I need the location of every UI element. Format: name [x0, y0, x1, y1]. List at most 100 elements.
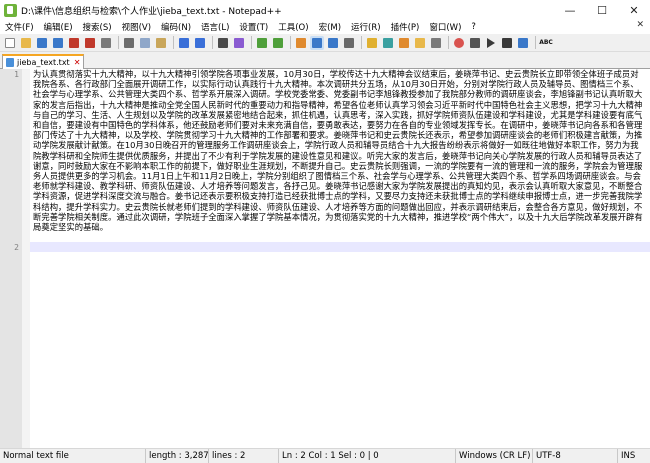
menu-view[interactable]: 视图(V)	[117, 21, 156, 33]
editor-pane[interactable]: 1 2 为认真贯彻落实十九大精神，以十九大精神引领学院各项事业发展，10月30日…	[0, 69, 650, 448]
save-icon	[37, 37, 47, 48]
close-all-button[interactable]	[83, 36, 97, 50]
sync-scroll-icon	[296, 37, 306, 48]
menu-plugins[interactable]: 插件(P)	[386, 21, 425, 33]
maximize-button[interactable]: ☐	[586, 0, 618, 20]
find-button[interactable]	[216, 36, 230, 50]
toolbar-separator	[535, 36, 536, 49]
toolbar-separator	[290, 36, 291, 49]
word-wrap-button[interactable]	[310, 35, 324, 50]
save-all-icon	[53, 37, 63, 48]
pilcrow-icon	[328, 37, 338, 48]
current-line-highlight	[30, 242, 650, 253]
menu-encoding[interactable]: 编码(N)	[156, 21, 196, 33]
document-map-icon	[383, 37, 393, 48]
folder-workspace-button[interactable]	[413, 36, 427, 50]
print-icon	[101, 37, 111, 48]
show-all-chars-button[interactable]	[326, 36, 340, 50]
close-button[interactable]	[67, 36, 81, 50]
binoculars-icon	[218, 37, 228, 48]
play-macro-button[interactable]	[484, 36, 498, 50]
play-multiple-button[interactable]	[500, 36, 514, 50]
menu-file[interactable]: 文件(F)	[0, 21, 39, 33]
menu-search[interactable]: 搜索(S)	[78, 21, 117, 33]
zoom-out-icon	[273, 37, 283, 48]
save-macro-button[interactable]	[516, 36, 530, 50]
close-file-icon	[69, 37, 79, 48]
copy-button[interactable]	[138, 36, 152, 50]
function-list-icon	[399, 37, 409, 48]
toolbar-separator	[118, 36, 119, 49]
window-title: D:\课件\信息组织与检索\个人作业\jieba_text.txt - Note…	[21, 6, 282, 17]
tab-label: jieba_text.txt	[17, 58, 70, 67]
monitoring-button[interactable]	[429, 36, 443, 50]
menu-settings[interactable]: 设置(T)	[234, 21, 273, 33]
tab-jieba-text[interactable]: jieba_text.txt ✕	[2, 54, 84, 69]
eye-icon	[431, 37, 441, 48]
user-language-icon	[367, 37, 377, 48]
menu-help[interactable]: ?	[466, 22, 481, 32]
spellcheck-abc-icon: ABC	[539, 38, 553, 46]
open-file-button[interactable]	[19, 36, 33, 50]
play-icon	[487, 37, 495, 48]
paste-icon	[156, 37, 166, 48]
record-icon	[454, 37, 464, 48]
stop-icon	[470, 37, 480, 48]
print-button[interactable]	[99, 36, 113, 50]
menu-window[interactable]: 窗口(W)	[424, 21, 466, 33]
open-folder-icon	[21, 37, 31, 48]
line-number: 1	[14, 70, 19, 79]
zoom-in-button[interactable]	[255, 36, 269, 50]
status-position: Ln : 2 Col : 1 Sel : 0 | 0	[278, 449, 455, 463]
cut-button[interactable]	[122, 36, 136, 50]
status-lines: lines : 2	[208, 449, 278, 463]
new-file-button[interactable]	[3, 36, 17, 50]
paste-button[interactable]	[154, 36, 168, 50]
file-saved-icon	[6, 58, 14, 67]
minimize-button[interactable]: —	[554, 0, 586, 20]
replace-button[interactable]	[232, 36, 246, 50]
copy-icon	[140, 37, 150, 48]
close-document-x-icon[interactable]: ✕	[636, 20, 644, 30]
fold-margin[interactable]	[22, 69, 30, 448]
save-button[interactable]	[35, 36, 49, 50]
zoom-out-button[interactable]	[271, 36, 285, 50]
menu-language[interactable]: 语言(L)	[196, 21, 234, 33]
undo-icon	[179, 37, 189, 48]
toolbar-separator	[448, 36, 449, 49]
save-all-button[interactable]	[51, 36, 65, 50]
sync-scroll-button[interactable]	[294, 36, 308, 50]
toolbar: ABC	[0, 34, 650, 52]
new-file-icon	[5, 37, 15, 48]
indent-guide-button[interactable]	[342, 36, 356, 50]
spellcheck-button[interactable]: ABC	[539, 36, 553, 50]
close-all-icon	[85, 37, 95, 48]
stop-macro-button[interactable]	[468, 36, 482, 50]
menu-macro[interactable]: 宏(M)	[314, 21, 346, 33]
menu-run[interactable]: 运行(R)	[346, 21, 386, 33]
indent-guide-icon	[344, 37, 354, 48]
menu-edit[interactable]: 编辑(E)	[39, 21, 78, 33]
menu-bar: 文件(F) 编辑(E) 搜索(S) 视图(V) 编码(N) 语言(L) 设置(T…	[0, 20, 650, 34]
status-bar: Normal text file length : 3,287 lines : …	[0, 448, 650, 463]
status-file-type: Normal text file	[3, 451, 69, 461]
scissors-icon	[124, 37, 134, 48]
word-wrap-icon	[312, 37, 322, 48]
close-window-button[interactable]: ✕	[618, 0, 650, 20]
tab-close-icon[interactable]: ✕	[74, 58, 81, 67]
line-number: 2	[14, 243, 19, 252]
user-language-button[interactable]	[365, 36, 379, 50]
document-map-button[interactable]	[381, 36, 395, 50]
menu-tools[interactable]: 工具(O)	[273, 21, 313, 33]
text-line: 为认真贯彻落实十九大精神，以十九大精神引领学院各项事业发展，10月30日，学校传…	[33, 69, 643, 233]
replace-icon	[234, 37, 244, 48]
status-encoding[interactable]: UTF-8	[532, 449, 617, 463]
function-list-button[interactable]	[397, 36, 411, 50]
text-content[interactable]: 为认真贯彻落实十九大精神，以十九大精神引领学院各项事业发展，10月30日，学校传…	[33, 69, 646, 242]
redo-icon	[195, 37, 205, 48]
status-eol[interactable]: Windows (CR LF)	[455, 449, 532, 463]
redo-button[interactable]	[193, 36, 207, 50]
zoom-in-icon	[257, 37, 267, 48]
record-macro-button[interactable]	[452, 36, 466, 50]
undo-button[interactable]	[177, 36, 191, 50]
